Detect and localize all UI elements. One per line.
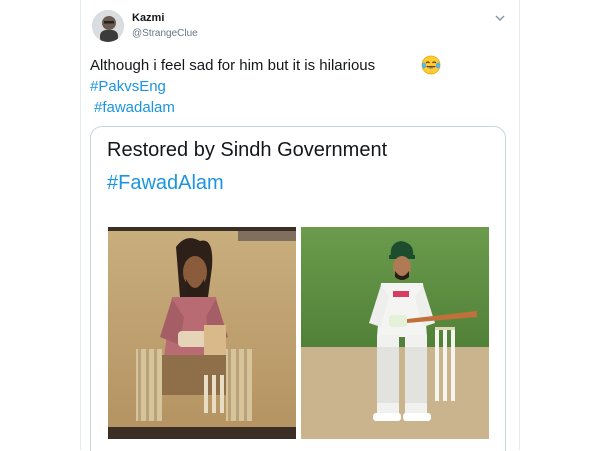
chevron-down-icon[interactable] (494, 10, 506, 22)
media-card[interactable]: Restored by Sindh Government #FawadAlam (90, 126, 506, 451)
avatar[interactable] (92, 10, 124, 42)
face-with-tears-of-joy-emoji (421, 55, 441, 75)
hashtag-link[interactable]: #PakvsEng (90, 77, 166, 97)
author-name[interactable]: Kazmi (132, 12, 164, 24)
card-title: Restored by Sindh Government (107, 139, 388, 161)
card-hashtag[interactable]: #FawadAlam (107, 172, 224, 195)
tweet-text: Although i feel sad for him but it is hi… (90, 57, 376, 74)
hashtag-link[interactable]: #fawadalam (94, 98, 175, 118)
film-still-image[interactable] (108, 227, 296, 439)
match-photo-image[interactable] (301, 227, 489, 439)
author-handle[interactable]: @StrangeClue (132, 28, 198, 39)
